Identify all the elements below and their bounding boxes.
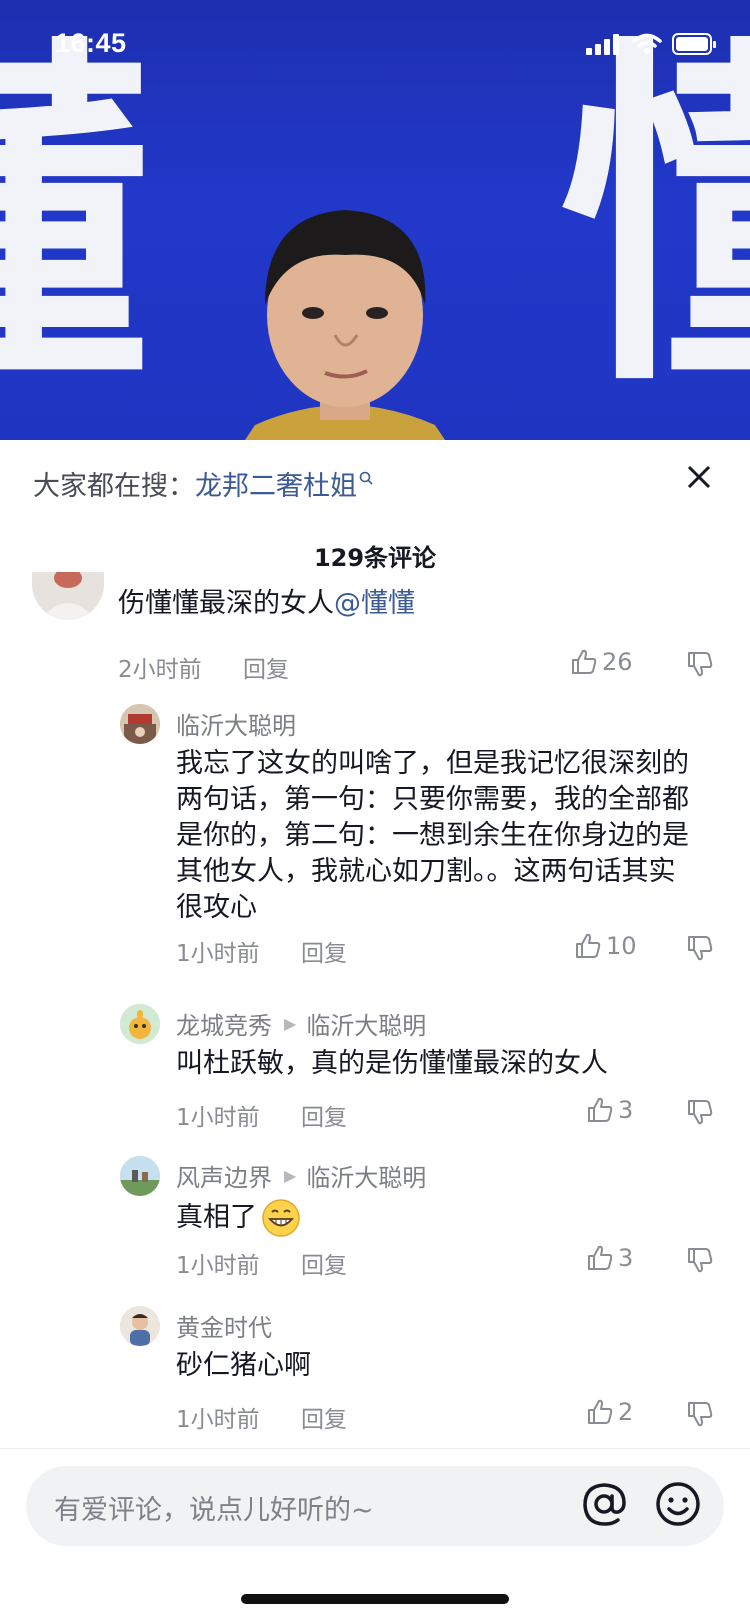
comment-time: 1小时前 [176, 1253, 260, 1279]
reply-button[interactable]: 回复 [301, 941, 347, 967]
signal-icon [586, 34, 619, 55]
reply-button[interactable]: 回复 [301, 1105, 347, 1131]
like-button[interactable]: 3 [586, 1096, 633, 1124]
comment-time: 2小时前 [118, 657, 202, 683]
comment-author[interactable]: 临沂大聪明 [176, 706, 296, 741]
like-button[interactable]: 3 [586, 1244, 633, 1272]
comment-count: 129条评论 [313, 544, 437, 572]
reply-button[interactable]: 回复 [243, 657, 289, 683]
close-icon[interactable] [686, 464, 712, 490]
search-icon [359, 471, 373, 485]
mention-at-icon[interactable] [578, 1478, 630, 1530]
speaker-figure [245, 210, 445, 440]
avatar[interactable] [120, 1156, 160, 1196]
reply-to-author[interactable]: 临沂大聪明 [306, 1006, 426, 1041]
reply-arrow-icon: ▶ [284, 1014, 297, 1033]
comment-item: 伤懂懂最深的女人@懂懂 2小时前 回复 26 [0, 572, 750, 688]
like-count: 26 [602, 648, 633, 676]
comment-text: 叫杜跃敏，真的是伤懂懂最深的女人 [176, 1048, 608, 1079]
like-button[interactable]: 26 [570, 648, 633, 676]
thumbs-down-icon[interactable] [686, 934, 714, 962]
battery-icon [672, 33, 716, 55]
comment-time: 1小时前 [176, 1105, 260, 1131]
avatar[interactable] [32, 572, 104, 620]
status-time: 16:45 [55, 28, 127, 58]
avatar-image [120, 1156, 160, 1196]
thumbs-up-icon [588, 1245, 613, 1270]
grin-emoji-icon [262, 1199, 300, 1237]
avatar[interactable] [120, 704, 160, 744]
comment-item: 龙城竞秀 ▶ 临沂大聪明 叫杜跃敏，真的是伤懂懂最深的女人 1小时前 回复 3 [0, 1002, 750, 1142]
comment-meta: 1小时前 回复 [176, 934, 347, 968]
avatar-image [40, 572, 96, 620]
wifi-icon [632, 33, 662, 54]
reply-button[interactable]: 回复 [301, 1253, 347, 1279]
thumbs-down-icon[interactable] [686, 650, 714, 678]
search-suggestion: 大家都在搜： 龙邦二奢杜姐 [33, 464, 373, 503]
like-button[interactable]: 10 [574, 932, 637, 960]
comment-meta: 2小时前 回复 [118, 650, 289, 684]
comment-meta: 1小时前 回复 [176, 1246, 347, 1280]
thumbs-up-icon [576, 933, 601, 958]
comment-meta: 1小时前 回复 [176, 1098, 347, 1132]
comment-time: 1小时前 [176, 1407, 260, 1433]
comment-item: 风声边界 ▶ 临沂大聪明 真相了 1小时前 回复 3 [0, 1154, 750, 1294]
thumbs-up-icon [588, 1097, 613, 1122]
search-suggestion-query[interactable]: 龙邦二奢杜姐 [195, 464, 357, 503]
comment-meta: 1小时前 回复 [176, 1400, 347, 1434]
comment-text: 砂仁猪心啊 [176, 1350, 311, 1381]
avatar-image [120, 1004, 160, 1044]
search-suggestion-link[interactable]: 龙邦二奢杜姐 [195, 464, 373, 503]
thumbs-up-icon [588, 1399, 613, 1424]
thumbs-up-icon [572, 649, 597, 674]
home-indicator[interactable] [241, 1594, 509, 1604]
comment-author[interactable]: 黄金时代 [176, 1308, 272, 1343]
avatar[interactable] [120, 1004, 160, 1044]
like-count: 3 [618, 1244, 634, 1272]
like-count: 10 [606, 932, 637, 960]
comment-author: 风声边界 ▶ 临沂大聪明 [176, 1158, 426, 1193]
comment-text: 我忘了这女的叫啥了，但是我记忆很深刻的两句话，第一句：只要你需要，我的全部都是你… [176, 748, 689, 923]
comment-author: 龙城竞秀 ▶ 临沂大聪明 [176, 1006, 426, 1041]
search-suggestion-prefix: 大家都在搜： [33, 471, 195, 502]
thumbs-down-icon[interactable] [686, 1400, 714, 1428]
comment-item: 黄金时代 砂仁猪心啊 1小时前 回复 2 [0, 1304, 750, 1448]
reply-to-author[interactable]: 临沂大聪明 [306, 1158, 426, 1193]
comment-input[interactable]: 有爱评论，说点儿好听的~ [26, 1466, 724, 1546]
thumbs-down-icon[interactable] [686, 1246, 714, 1274]
emoji-icon[interactable] [654, 1480, 702, 1528]
avatar-image [120, 1306, 160, 1346]
like-button[interactable]: 2 [586, 1398, 633, 1426]
avatar-image [120, 704, 160, 744]
thumbs-down-icon[interactable] [686, 1098, 714, 1126]
comment-item: 临沂大聪明 我忘了这女的叫啥了，但是我记忆很深刻的两句话，第一句：只要你需要，我… [0, 702, 750, 992]
comment-text: 真相了 [176, 1198, 696, 1238]
like-count: 3 [618, 1096, 634, 1124]
background-sign-graphic: 懂 [0, 40, 150, 400]
like-count: 2 [618, 1398, 634, 1426]
comment-time: 1小时前 [176, 941, 260, 967]
comments-panel: 大家都在搜： 龙邦二奢杜姐 129条评论 伤懂懂最深的女人@懂懂 2小时前 回复 [0, 440, 750, 1624]
avatar[interactable] [120, 1306, 160, 1346]
reply-button[interactable]: 回复 [301, 1407, 347, 1433]
background-sign-graphic-right: 懂 [560, 10, 750, 429]
comment-text: 伤懂懂最深的女人@懂懂 [118, 588, 415, 619]
mention-link[interactable]: @懂懂 [334, 588, 415, 619]
comment-input-placeholder[interactable]: 有爱评论，说点儿好听的~ [54, 1488, 374, 1527]
video-player[interactable]: 懂 懂 16:45 [0, 0, 750, 440]
reply-arrow-icon: ▶ [284, 1166, 297, 1185]
status-bar: 16:45 [0, 0, 750, 90]
